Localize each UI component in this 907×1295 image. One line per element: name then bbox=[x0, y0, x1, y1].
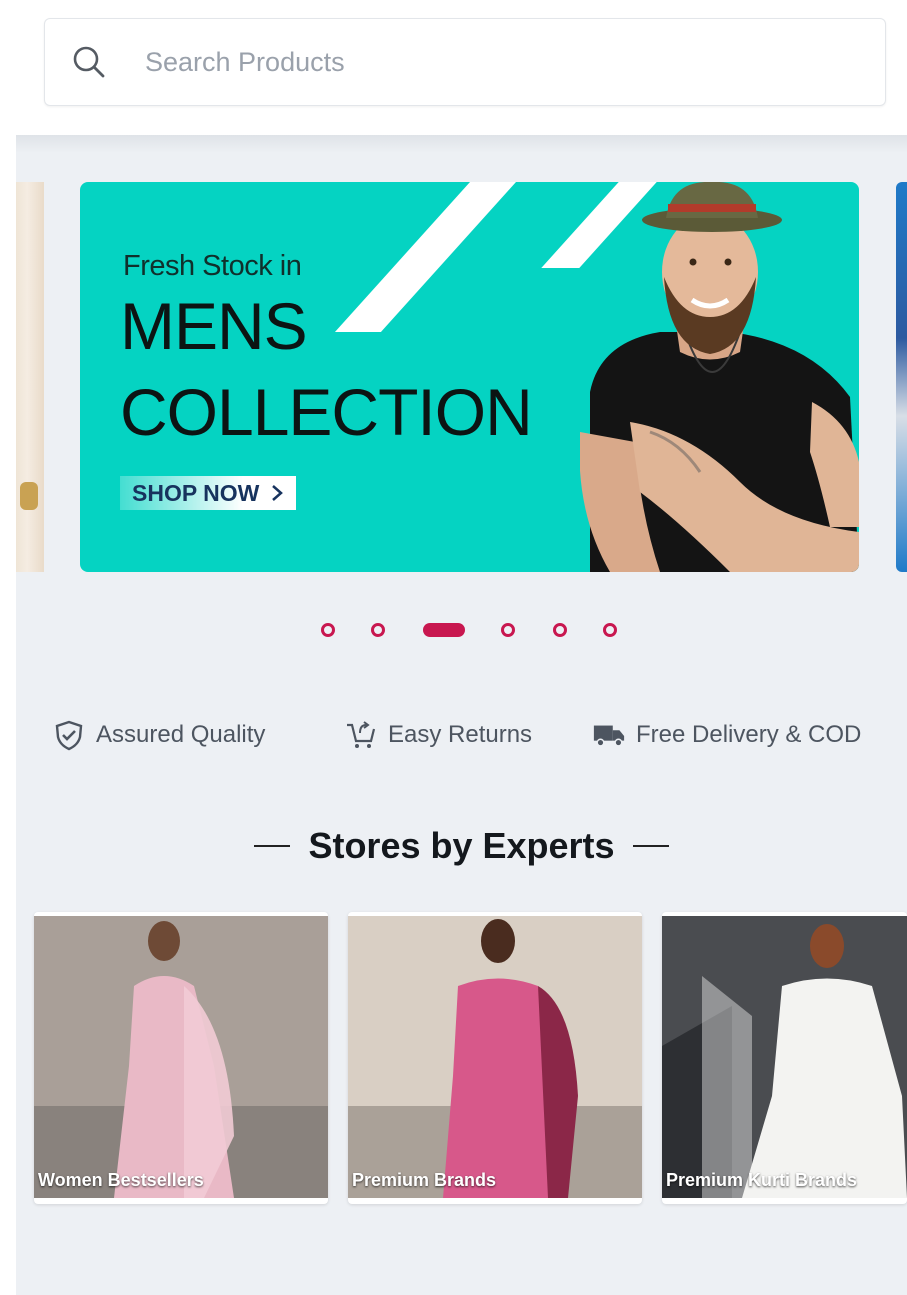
banner-carousel[interactable]: Fresh Stock in MENS COLLECTION SHOP NOW bbox=[16, 182, 907, 572]
next-slide-peek[interactable] bbox=[896, 182, 907, 572]
banner-kicker: Fresh Stock in bbox=[123, 250, 302, 282]
feature-label: Assured Quality bbox=[96, 721, 266, 748]
store-label: Premium Brands bbox=[352, 1170, 497, 1190]
feature-label: Easy Returns bbox=[388, 721, 533, 748]
store-photo bbox=[34, 916, 328, 1198]
carousel-dot-active[interactable] bbox=[423, 623, 465, 637]
banner-headline-line1: MENS bbox=[120, 289, 308, 363]
divider bbox=[632, 845, 669, 847]
shield-check-icon bbox=[52, 718, 86, 752]
top-bar bbox=[0, 0, 907, 135]
store-card-premium-kurti-brands[interactable]: Premium Kurti Brands bbox=[662, 912, 907, 1204]
feature-free-delivery: Free Delivery & COD bbox=[592, 715, 861, 755]
carousel-dot[interactable] bbox=[371, 623, 385, 637]
home-content: Fresh Stock in MENS COLLECTION SHOP NOW bbox=[16, 135, 907, 1295]
store-label: Premium Kurti Brands bbox=[666, 1170, 858, 1190]
shop-now-label: SHOP NOW bbox=[132, 480, 260, 506]
store-photo bbox=[662, 916, 907, 1198]
delivery-truck-icon bbox=[592, 718, 626, 752]
search-bar[interactable] bbox=[44, 18, 886, 106]
search-icon[interactable] bbox=[69, 42, 109, 82]
stores-carousel[interactable]: Women Bestsellers Premium Brands Premium… bbox=[16, 912, 907, 1207]
shop-now-button[interactable]: SHOP NOW bbox=[120, 476, 296, 510]
male-model-image bbox=[580, 182, 859, 572]
decor-stripe bbox=[334, 182, 516, 332]
feature-strip: Assured Quality Easy Returns Free Delive… bbox=[16, 715, 907, 755]
carousel-dot[interactable] bbox=[553, 623, 567, 637]
feature-assured-quality: Assured Quality bbox=[52, 715, 265, 755]
carousel-dot[interactable] bbox=[321, 623, 335, 637]
previous-slide-peek[interactable] bbox=[16, 182, 44, 572]
carousel-dot[interactable] bbox=[603, 623, 617, 637]
store-card-women-bestsellers[interactable]: Women Bestsellers bbox=[34, 912, 328, 1204]
header-shadow bbox=[16, 135, 907, 153]
feature-label: Free Delivery & COD bbox=[636, 721, 862, 748]
carousel-dot[interactable] bbox=[501, 623, 515, 637]
store-label: Women Bestsellers bbox=[38, 1170, 204, 1190]
search-input[interactable] bbox=[145, 37, 745, 87]
carousel-pagination bbox=[16, 615, 907, 645]
divider bbox=[254, 845, 291, 847]
stores-section-heading: Stores by Experts bbox=[16, 821, 907, 871]
store-card-premium-brands[interactable]: Premium Brands bbox=[348, 912, 642, 1204]
mens-collection-banner[interactable]: Fresh Stock in MENS COLLECTION SHOP NOW bbox=[80, 182, 859, 572]
store-photo bbox=[348, 916, 642, 1198]
banner-headline-line2: COLLECTION bbox=[120, 375, 533, 449]
section-title: Stores by Experts bbox=[308, 825, 615, 866]
chevron-right-icon bbox=[266, 480, 284, 506]
feature-easy-returns: Easy Returns bbox=[344, 715, 532, 755]
cart-return-icon bbox=[344, 718, 378, 752]
